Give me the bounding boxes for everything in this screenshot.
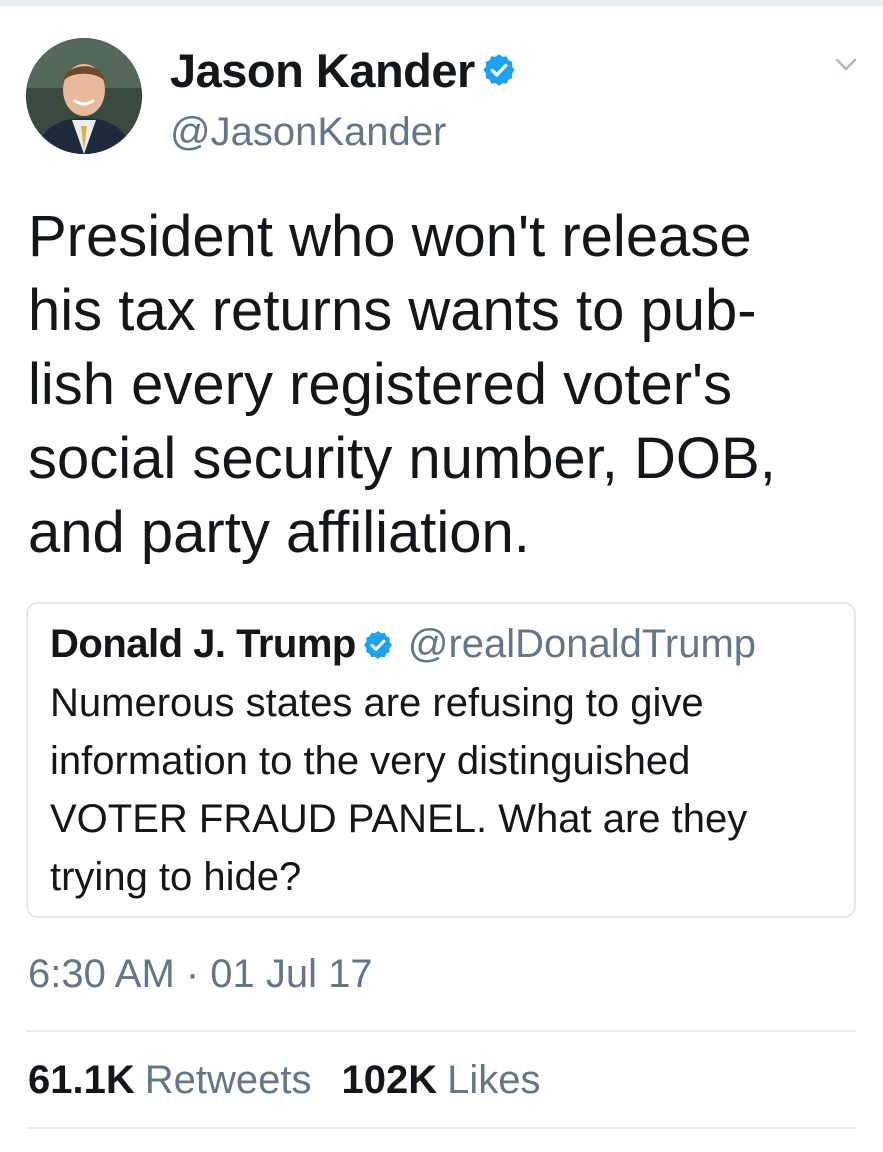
quoted-tweet-card[interactable]: Donald J. Trump @realDonaldTrump Numerou… xyxy=(26,602,856,918)
likes-stat[interactable]: 102K Likes xyxy=(342,1058,541,1103)
quoted-tweet-text: Numerous states are refusing to give inf… xyxy=(50,681,748,899)
top-border xyxy=(0,0,883,6)
quoted-tweet-header: Donald J. Trump @realDonaldTrump xyxy=(50,622,756,667)
tweet-timestamp[interactable]: 6:30 AM · 01 Jul 17 xyxy=(28,952,373,997)
retweets-count: 61.1K xyxy=(28,1058,135,1102)
likes-label: Likes xyxy=(447,1058,541,1102)
tweet-stats: 61.1K Retweets 102K Likes xyxy=(28,1058,541,1103)
avatar[interactable] xyxy=(26,38,142,154)
divider xyxy=(26,1127,856,1129)
retweets-label: Retweets xyxy=(144,1058,312,1102)
quoted-author-display-name: Donald J. Trump xyxy=(50,622,356,666)
likes-count: 102K xyxy=(341,1058,438,1102)
quoted-author-handle: @realDonaldTrump xyxy=(407,622,757,666)
verified-badge-icon xyxy=(481,52,517,88)
author-handle[interactable]: @JasonKander xyxy=(170,110,446,155)
tweet-text: President who won't release his tax retu… xyxy=(28,204,776,565)
author-name-row[interactable]: Jason Kander xyxy=(170,40,517,100)
retweets-stat[interactable]: 61.1K Retweets xyxy=(28,1058,312,1103)
verified-badge-icon xyxy=(362,629,394,661)
chevron-down-icon[interactable] xyxy=(832,50,860,78)
author-display-name[interactable]: Jason Kander xyxy=(170,43,475,98)
divider xyxy=(26,1030,856,1032)
